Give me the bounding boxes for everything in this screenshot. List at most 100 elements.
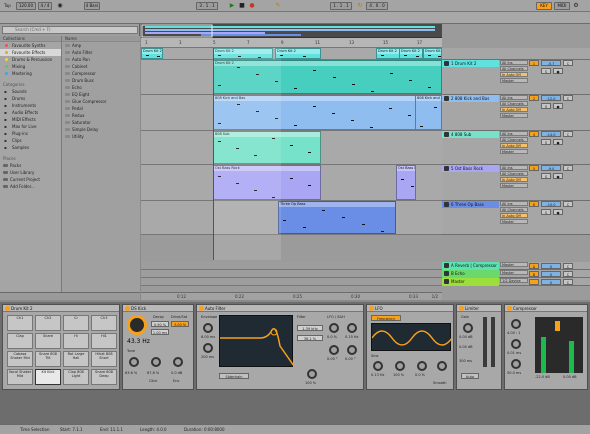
drum-pad[interactable]: Ch2 [35, 315, 61, 331]
record-icon[interactable]: ● [248, 2, 256, 10]
return-volume[interactable]: 0 [541, 271, 561, 277]
track-io-in[interactable]: All Ins [500, 60, 528, 65]
category-item[interactable]: ▪ Instruments [0, 102, 61, 109]
drum-pad[interactable]: Rat Large Hall [63, 351, 89, 367]
track-header[interactable]: 6 Three Op Bass All Ins All Channels In Aut… [442, 201, 590, 235]
track-play-icon[interactable] [444, 96, 449, 101]
kick-attack-value[interactable]: 1.00 ms [151, 329, 169, 335]
arrangement-clip[interactable]: Drum Kit 2 [423, 48, 442, 59]
drum-pad[interactable]: Hi [63, 333, 89, 349]
comp-ratio-knob[interactable] [511, 319, 521, 329]
return-output-select[interactable]: Master [500, 262, 528, 267]
return-output-select[interactable]: Master [500, 270, 528, 275]
drum-pad[interactable]: Snare 808 Deep [91, 369, 117, 385]
track-number-button[interactable]: 1 [529, 60, 539, 66]
track-io-out[interactable]: Master [500, 183, 528, 188]
lfo-offset-knob[interactable] [347, 345, 357, 355]
stop-icon[interactable]: ■ [238, 2, 246, 10]
browser-item[interactable]: Utility [62, 133, 140, 140]
track-play-icon[interactable] [444, 279, 449, 284]
track-header[interactable]: 2 808 Kick and Bas All Ins All Channels In … [442, 95, 590, 131]
tap-button[interactable]: Tap [4, 2, 11, 10]
device-power-icon[interactable] [507, 306, 512, 311]
track-solo-button[interactable]: S [541, 209, 551, 215]
return-volume[interactable]: 0 [541, 263, 561, 269]
return-lane[interactable] [141, 278, 442, 286]
track-io-mon[interactable]: In Auto Off [500, 107, 528, 112]
place-item[interactable]: User Library [0, 169, 61, 176]
browser-item[interactable]: Pedal [62, 105, 140, 112]
loop-length[interactable]: 4 . 0 . 0 [366, 2, 388, 10]
lfo-rate-knob[interactable] [373, 361, 383, 371]
track-pan[interactable]: C [563, 201, 573, 207]
collection-item[interactable]: Favourite Synths [0, 42, 61, 49]
time-ruler[interactable]: 1/2 0:12 0:22 0:25 0:30 0:33 [141, 292, 442, 300]
return-track-name[interactable]: B Echo [442, 270, 499, 278]
drum-pad[interactable]: Hihat 808 Short [91, 351, 117, 367]
track-play-icon[interactable] [444, 61, 449, 66]
track-header[interactable]: 5 Ost Bass Rock All Ins All Channels In Aut… [442, 165, 590, 201]
track-number-button[interactable]: 4 [529, 131, 539, 137]
filter-res-value[interactable]: 36.1 % [297, 335, 323, 341]
browser-item[interactable]: EQ Eight [62, 91, 140, 98]
browser-item[interactable]: Echo [62, 84, 140, 91]
track-play-icon[interactable] [444, 202, 449, 207]
track-io-ch[interactable]: All Channels [500, 171, 528, 176]
track-io-mon[interactable]: In Auto Off [500, 72, 528, 77]
category-item[interactable]: ▪ Samples [0, 144, 61, 151]
arrangement-overview[interactable] [141, 24, 442, 38]
return-track-name[interactable]: A Reverb | Compressor [442, 262, 499, 270]
collection-item[interactable]: Mastering [0, 70, 61, 77]
place-item[interactable]: Current Project [0, 176, 61, 183]
track-name[interactable]: 1 Drum Kit 2 [442, 60, 499, 67]
track-io-out[interactable]: Master [500, 219, 528, 224]
device-power-icon[interactable] [459, 306, 464, 311]
comp-attack-knob[interactable] [511, 339, 521, 349]
midi-map-button[interactable]: MIDI [554, 2, 570, 10]
return-track-header[interactable]: Master 1/2 Device 0 C [442, 278, 590, 286]
arrangement-clip[interactable]: Three Op Bass [278, 201, 396, 234]
track-io-ch[interactable]: All Channels [500, 137, 528, 142]
browser-item[interactable]: Auto Filter [62, 49, 140, 56]
browser-item[interactable]: Simple Delay [62, 126, 140, 133]
drum-pad[interactable]: Kit Kick [35, 369, 61, 385]
arrangement-clip[interactable]: 808 Kick and Bas [415, 95, 442, 130]
track-io-mon[interactable]: In Auto Off [500, 143, 528, 148]
track-number-button[interactable]: 2 [529, 95, 539, 101]
arrangement-clip[interactable]: Drum Kit 2 [275, 48, 321, 59]
device-power-icon[interactable] [5, 306, 10, 311]
collection-item[interactable]: Drums & Percussion [0, 56, 61, 63]
settings-icon[interactable]: ⚙ [572, 2, 580, 10]
track-volume[interactable]: -9.0 [541, 165, 561, 171]
arrangement-clip[interactable]: Drum Kit 2 [399, 48, 423, 59]
return-letter-button[interactable] [529, 279, 539, 285]
track-header[interactable] [442, 48, 590, 60]
track-play-icon[interactable] [444, 263, 449, 268]
kick-decay-value[interactable]: 0.90 % [151, 321, 169, 327]
track-io-in[interactable]: All Ins [500, 165, 528, 170]
category-item[interactable]: ▪ Audio Effects [0, 109, 61, 116]
metronome-icon[interactable]: ◉ [56, 2, 64, 10]
device-power-icon[interactable] [369, 306, 374, 311]
track-arm-button[interactable]: ● [553, 68, 563, 74]
return-letter-button[interactable]: B [529, 271, 539, 277]
return-volume[interactable]: 0 [541, 279, 561, 285]
drum-pad[interactable]: Vocal Shaker Mid [7, 369, 33, 385]
kick-tone-knob[interactable] [129, 357, 139, 367]
loop-start[interactable]: 1 . 1 . 1 [330, 2, 352, 10]
browser-search-input[interactable]: Search (Cmd + F) [2, 26, 138, 34]
return-track-header[interactable]: A Reverb | Compressor Master A 0 C [442, 262, 590, 270]
return-track-header[interactable]: B Echo Master B 0 C [442, 270, 590, 278]
track-header[interactable]: 4 808 Sub All Ins All Channels In Auto Off M… [442, 131, 590, 165]
track-solo-button[interactable]: S [541, 139, 551, 145]
track-io-ch[interactable]: All Channels [500, 101, 528, 106]
track-io-in[interactable]: All Ins [500, 95, 528, 100]
track-play-icon[interactable] [444, 132, 449, 137]
track-name[interactable]: 2 808 Kick and Bas [442, 95, 499, 102]
track-volume[interactable]: -14.0 [541, 131, 561, 137]
beat-ruler[interactable]: 1 3 5 7 9 11 13 15 17 [141, 38, 442, 48]
collection-item[interactable]: Mixing [0, 63, 61, 70]
quantize-menu[interactable]: 4 Bars [84, 2, 100, 10]
kick-pitch-knob[interactable] [127, 315, 147, 335]
return-pan[interactable]: C [563, 271, 573, 277]
